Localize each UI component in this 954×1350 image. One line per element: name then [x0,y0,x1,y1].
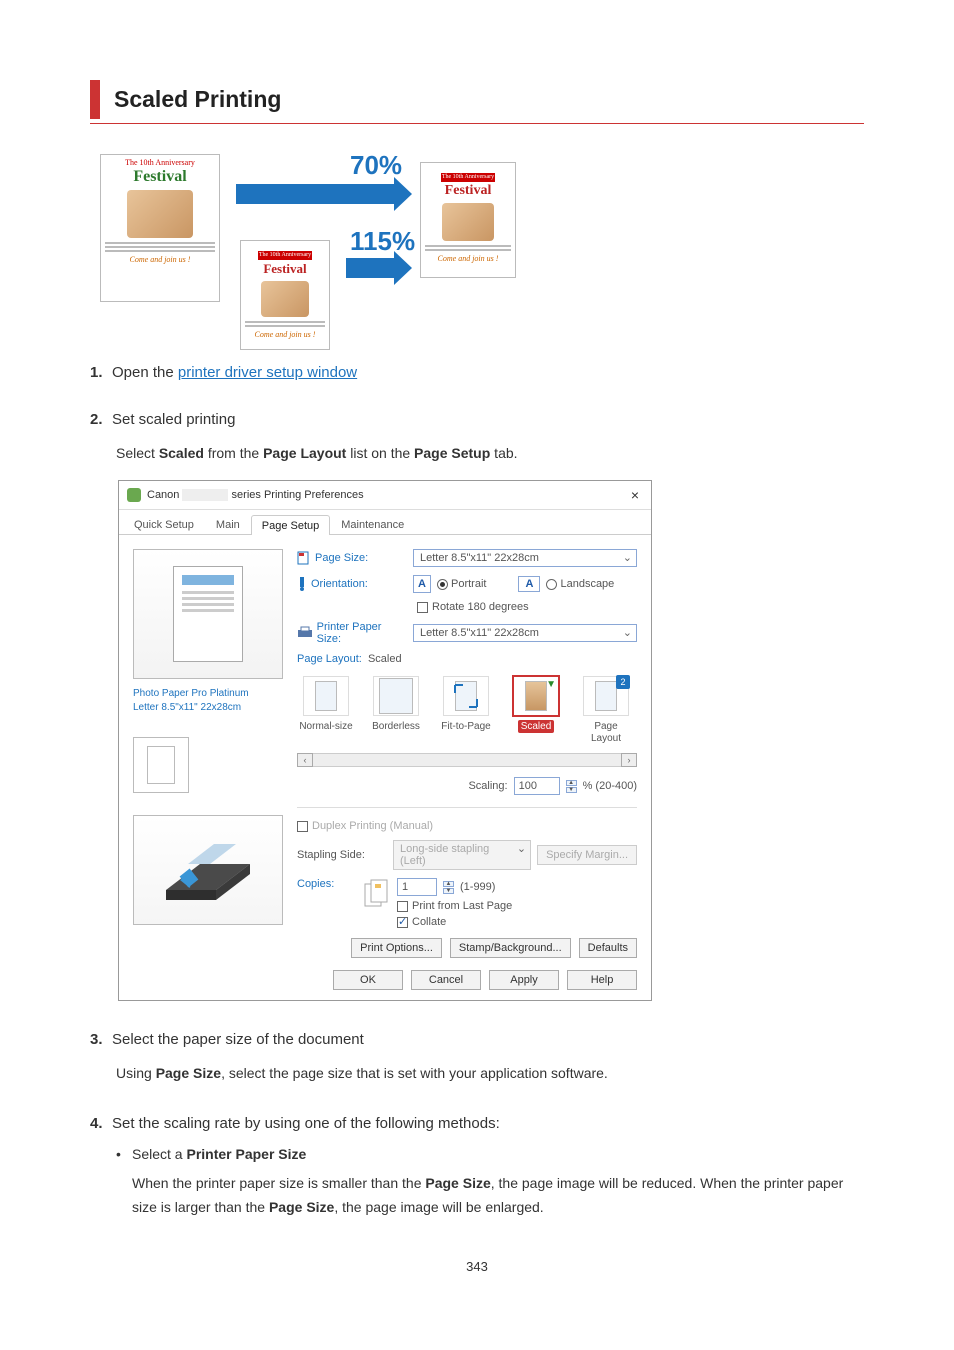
layout-page-layout[interactable]: 2Page Layout [578,676,634,744]
scaling-label: Scaling: [468,780,507,792]
tab-main[interactable]: Main [205,514,251,534]
orientation-icon [297,577,307,591]
ok-button[interactable]: OK [333,970,403,990]
poster-text-lines [245,321,325,327]
step-number: 3. [90,1031,112,1048]
help-button[interactable]: Help [567,970,637,990]
scaling-input[interactable]: 100 [514,777,560,795]
bullet-icon: • [116,1146,132,1162]
step-number: 4. [90,1115,112,1132]
arrow-reduce [236,184,396,204]
rotate-180-checkbox[interactable]: Rotate 180 degrees [417,601,529,613]
page-size-label: Page Size: [297,551,407,565]
step-4-title: Set the scaling rate by using one of the… [112,1115,500,1132]
printer-icon [297,626,313,640]
tab-maintenance[interactable]: Maintenance [330,514,415,534]
scroll-left-button[interactable]: ‹ [297,753,313,767]
orientation-label: Orientation: [297,577,407,591]
poster-image [442,203,494,241]
printer-paper-size-label: Printer Paper Size: [297,621,407,645]
layout-fit-to-page[interactable]: Fit-to-Page [438,676,494,744]
printer-preview [133,815,283,925]
poster-brand: Festival [105,168,215,186]
page-number: 343 [90,1259,864,1274]
poster-original: The 10th Anniversary Festival Come and j… [100,154,220,302]
scaling-range: % (20-400) [583,780,637,792]
poster-text-lines [105,242,215,252]
print-from-last-checkbox[interactable]: Print from Last Page [397,900,512,912]
portrait-icon: A [413,575,431,593]
tab-page-setup[interactable]: Page Setup [251,515,331,535]
step-number: 1. [90,364,112,381]
copies-label: Copies: [297,878,357,890]
title-underline [90,123,864,124]
stapling-side-select: Long-side stapling (Left) [393,840,531,870]
page-preview [133,549,283,679]
landscape-icon: A [518,576,540,592]
poster-enlarged: The 10th Anniversary Festival Come and j… [240,240,330,350]
print-options-button[interactable]: Print Options... [351,938,442,958]
poster-image [261,281,309,317]
small-preview [133,737,189,793]
copies-spinner[interactable]: ▲▼ [443,881,454,894]
poster-reduced: The 10th Anniversary Festival Come and j… [420,162,516,278]
duplex-checkbox[interactable]: Duplex Printing (Manual) [297,820,433,832]
defaults-button[interactable]: Defaults [579,938,637,958]
stapling-side-label: Stapling Side: [297,849,387,861]
redacted-model: xxxx [182,489,228,501]
bullet-body: When the printer paper size is smaller t… [132,1172,864,1220]
app-icon [127,488,141,502]
scroll-right-button[interactable]: › [621,753,637,767]
copies-input[interactable]: 1 [397,878,437,896]
page-size-icon [297,551,311,565]
scaling-illustration: The 10th Anniversary Festival Come and j… [100,150,520,330]
poster-text-lines [425,245,511,251]
poster-join: Come and join us ! [245,330,325,339]
poster-image [127,190,193,238]
close-icon[interactable]: × [627,487,643,503]
collate-checkbox[interactable]: Collate [397,916,446,928]
layout-scrollbar[interactable]: ‹ › [297,753,637,767]
step-number: 2. [90,411,112,428]
preview-caption: Photo Paper Pro Platinum Letter 8.5"x11"… [133,687,283,715]
stamp-background-button[interactable]: Stamp/Background... [450,938,571,958]
tab-quick-setup[interactable]: Quick Setup [123,514,205,534]
bullet-printer-paper-size: Select a Printer Paper Size [132,1146,306,1162]
layout-normal-size[interactable]: Normal-size [298,676,354,744]
poster-header: The 10th Anniversary [105,159,215,168]
portrait-radio[interactable]: Portrait [437,578,486,590]
poster-join: Come and join us ! [105,255,215,264]
poster-header: The 10th Anniversary [441,173,495,182]
page-title: Scaled Printing [114,86,864,113]
apply-button[interactable]: Apply [489,970,559,990]
printer-paper-size-select[interactable]: Letter 8.5"x11" 22x28cm [413,624,637,642]
printer-driver-setup-link[interactable]: printer driver setup window [178,364,357,381]
poster-brand: Festival [245,261,325,277]
printing-preferences-dialog: Canon xxxx series Printing Preferences ×… [118,480,652,1001]
dialog-title: Canon xxxx series Printing Preferences [147,489,627,501]
poster-brand: Festival [425,183,511,199]
step-2-title: Set scaled printing [112,411,235,428]
step-1-title: Open the printer driver setup window [112,364,357,381]
arrow-enlarge [346,258,396,278]
layout-scaled[interactable]: ▼Scaled [508,676,564,744]
cancel-button[interactable]: Cancel [411,970,481,990]
tab-bar: Quick Setup Main Page Setup Maintenance [119,510,651,535]
layout-borderless[interactable]: Borderless [368,676,424,744]
step-3-title: Select the paper size of the document [112,1031,364,1048]
page-layout-label: Page Layout: Scaled [297,653,637,665]
page-size-select[interactable]: Letter 8.5"x11" 22x28cm [413,549,637,567]
landscape-radio[interactable]: Landscape [546,578,614,590]
scaling-spinner[interactable]: ▲▼ [566,780,577,793]
specify-margin-button: Specify Margin... [537,845,637,865]
step-1-text: Open the [112,364,178,381]
poster-join: Come and join us ! [425,254,511,263]
copies-range: (1-999) [460,881,495,893]
copies-icon [363,878,391,910]
step-2-body: Select Scaled from the Page Layout list … [116,442,864,464]
poster-header: The 10th Anniversary [258,251,312,260]
dialog-titlebar: Canon xxxx series Printing Preferences × [119,481,651,510]
step-3-body: Using Page Size, select the page size th… [116,1062,864,1084]
page-layout-options: Normal-size Borderless Fit-to-Page ▼Scal… [297,671,637,749]
